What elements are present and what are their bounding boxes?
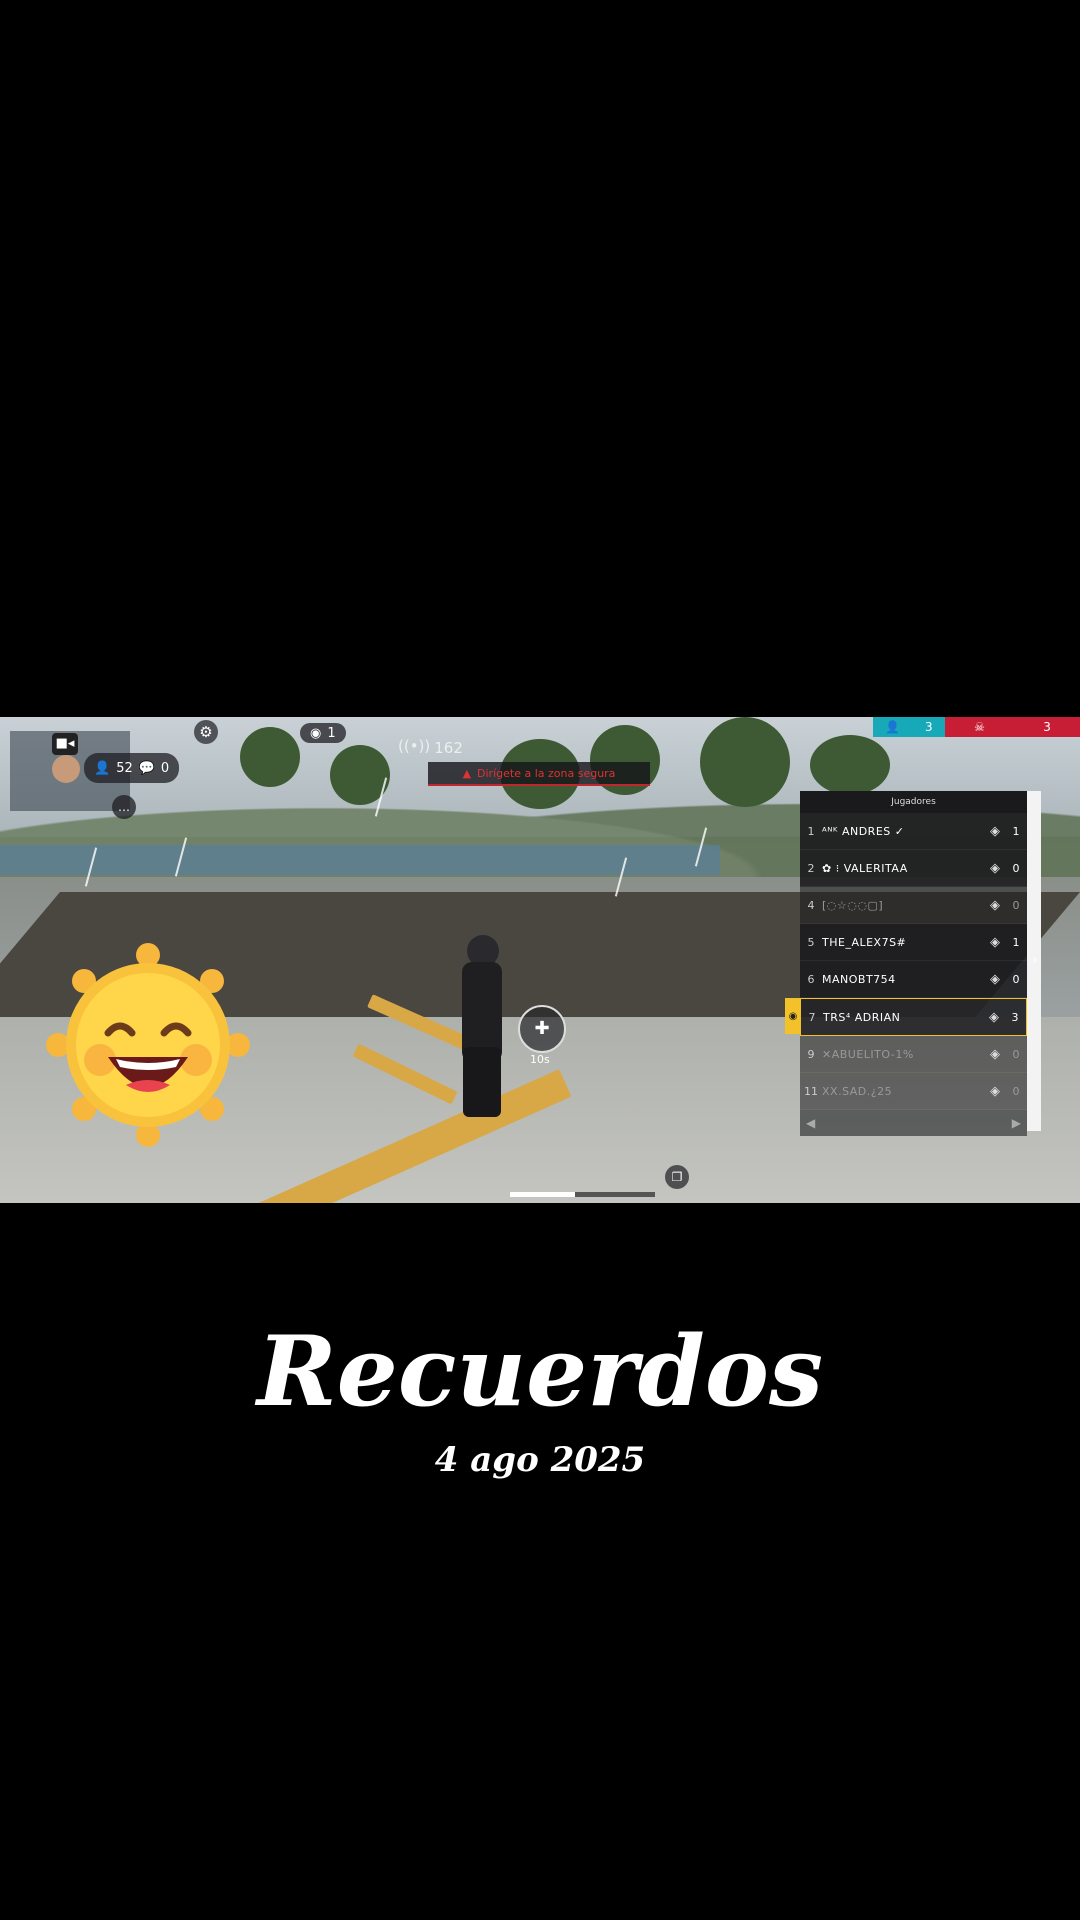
player-character-legs — [463, 1047, 501, 1117]
avatar — [52, 755, 80, 783]
caption-title: Recuerdos — [257, 1315, 823, 1428]
spectator-count: ◉ 1 — [300, 723, 346, 743]
diamond-skull-icon: ◈ — [989, 1009, 999, 1025]
player-rank: 9 — [807, 1047, 815, 1061]
player-rank: 2 — [807, 861, 815, 875]
warning-text: Dirígete a la zona segura — [477, 766, 616, 780]
player-name: MANOBT754 — [822, 972, 896, 986]
progress-bar — [510, 1192, 655, 1197]
player-name: ✕ABUELITO-1% — [822, 1047, 914, 1061]
medkit-icon[interactable]: ✚ — [518, 1005, 566, 1053]
scoreboard-row[interactable]: 6 MANOBT754 ◈ 0 — [800, 961, 1027, 998]
player-name: TRS⁴ ADRIAN — [823, 1010, 901, 1024]
scoreboard-pager: ◀ ▶ — [800, 1110, 1027, 1136]
player-rank: 11 — [804, 1084, 818, 1098]
scoreboard-row[interactable]: 1 ᴬᴺᴷ ANDRES ✓ ◈ 1 — [800, 813, 1027, 850]
caption-date: 4 ago 2025 — [434, 1440, 646, 1480]
person-icon: 👤 — [885, 720, 901, 734]
diamond-skull-icon: ◈ — [990, 971, 1000, 987]
diamond-skull-icon: ◈ — [990, 934, 1000, 950]
scoreboard-row[interactable]: 4 [◌☆◌◌▢] ◈ 0 — [800, 887, 1027, 924]
spectator-number: 1 — [327, 725, 336, 741]
player-kills: 0 — [1012, 972, 1020, 986]
tree — [700, 717, 790, 807]
wifi-icon: ((•)) — [398, 737, 431, 755]
diamond-skull-icon: ◈ — [990, 860, 1000, 876]
player-kills: 3 — [1011, 1010, 1019, 1024]
scoreboard-row[interactable]: 11 XX.SAD.¿25 ◈ 0 — [800, 1073, 1027, 1110]
warning-triangle-icon: ▲ — [462, 766, 472, 780]
diamond-skull-icon: ◈ — [990, 1046, 1000, 1062]
chat-bubble-icon[interactable]: … — [112, 795, 136, 819]
player-name: ᴬᴺᴷ ANDRES ✓ — [822, 824, 905, 838]
person-icon: 👤 — [94, 760, 111, 776]
eye-icon: ◉ — [310, 725, 322, 741]
player-kills: 0 — [1012, 898, 1020, 912]
skull-icon: ☠ — [974, 720, 985, 734]
laughing-sun-emoji — [46, 943, 250, 1147]
player-rank: 1 — [807, 824, 815, 838]
player-name: THE_ALEX7S# — [822, 935, 907, 949]
scoreboard-header: Jugadores — [800, 791, 1027, 813]
team-blue-value: 3 — [925, 720, 933, 734]
player-kills: 0 — [1012, 1084, 1020, 1098]
chevron-right-icon[interactable]: › — [1032, 952, 1038, 968]
diamond-skull-icon: ◈ — [990, 1083, 1000, 1099]
chat-count: 0 — [160, 760, 170, 776]
scoreboard-row[interactable]: 2 ✿ ⁝ VALERITAA ◈ 0 — [800, 850, 1027, 887]
player-kills: 1 — [1012, 824, 1020, 838]
viewers-count: 52 — [116, 760, 133, 776]
players-scoreboard: Jugadores 1 ᴬᴺᴷ ANDRES ✓ ◈ 1 2 ✿ ⁝ VALERITAA ◈… — [785, 791, 1027, 1136]
diamond-skull-icon: ◈ — [990, 823, 1000, 839]
scoreboard-row[interactable]: 5 THE_ALEX7S# ◈ 1 — [800, 924, 1027, 961]
water — [0, 845, 720, 875]
chevron-left-icon[interactable]: ◀ — [806, 1116, 815, 1130]
player-name: ✿ ⁝ VALERITAA — [822, 861, 908, 875]
scoreboard-row[interactable]: ◉ 7 TRS⁴ ADRIAN ◈ 3 — [785, 998, 1027, 1036]
team-red-score: ☠ 3 — [945, 717, 1080, 737]
player-name: [◌☆◌◌▢] — [822, 898, 884, 912]
ping-value: 162 — [434, 739, 463, 757]
player-name: XX.SAD.¿25 — [822, 1084, 893, 1098]
medkit-timer: 10s — [530, 1053, 550, 1066]
team-red-value: 3 — [1043, 720, 1051, 734]
player-kills: 1 — [1012, 935, 1020, 949]
player-rank: 5 — [807, 935, 815, 949]
game-screenshot: ■◂ 👤 52 💬 0 … ⚙ ◉ 1 ((•)) 162 ▲ Dirígete… — [0, 717, 1080, 1203]
player-rank: 4 — [807, 898, 815, 912]
team-blue-score: 👤 3 — [873, 717, 945, 737]
tree — [240, 727, 300, 787]
player-kills: 0 — [1012, 861, 1020, 875]
viewer-stats: 👤 52 💬 0 — [84, 753, 180, 783]
player-rank: 6 — [807, 972, 815, 986]
player-rank: 7 — [808, 1010, 816, 1024]
chat-icon: 💬 — [138, 760, 155, 776]
zone-warning-bar: ▲ Dirígete a la zona segura — [428, 762, 650, 786]
chevron-right-icon[interactable]: ▶ — [1012, 1116, 1021, 1130]
player-kills: 0 — [1012, 1047, 1020, 1061]
diamond-skull-icon: ◈ — [990, 897, 1000, 913]
copy-icon[interactable]: ❐ — [665, 1165, 689, 1189]
scoreboard-row[interactable]: 9 ✕ABUELITO-1% ◈ 0 — [800, 1036, 1027, 1073]
gear-icon[interactable]: ⚙ — [194, 720, 218, 744]
tree — [810, 735, 890, 795]
eye-icon: ◉ — [785, 998, 801, 1034]
ping-indicator: ((•)) 162 — [398, 737, 463, 758]
progress-fill — [510, 1192, 576, 1197]
video-camera-icon[interactable]: ■◂ — [52, 733, 78, 755]
